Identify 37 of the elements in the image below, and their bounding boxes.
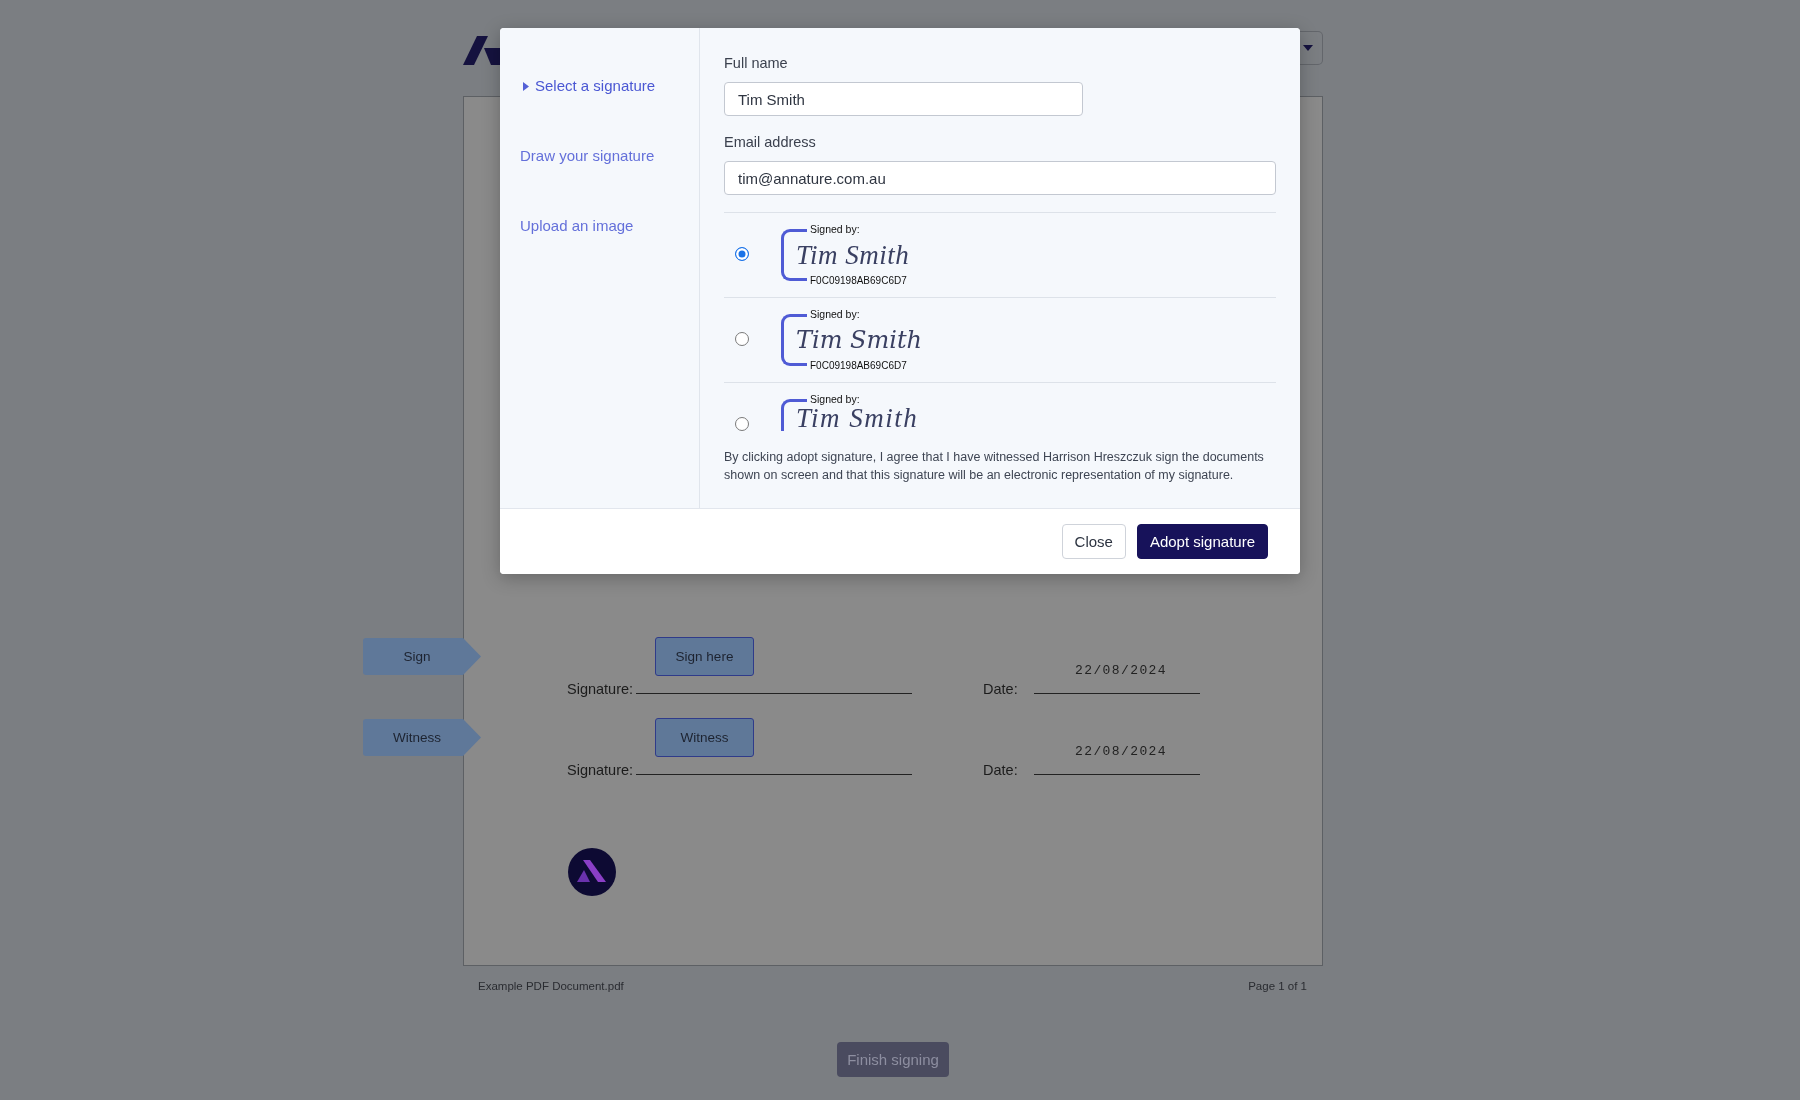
input-field[interactable]: Tim Smith xyxy=(724,82,1083,116)
signed-by-label: Signed by: xyxy=(810,393,861,405)
page-count: Page 1 of 1 xyxy=(1248,979,1307,993)
date-label: Date: xyxy=(983,680,1019,698)
field-tag[interactable]: Sign xyxy=(363,638,481,675)
signature-field[interactable]: Sign here xyxy=(655,637,754,676)
radio-button[interactable] xyxy=(735,417,749,431)
signature-text: Tim Smith xyxy=(796,239,910,272)
input-field[interactable]: tim@annature.com.au xyxy=(724,161,1276,195)
logo-icon xyxy=(568,848,616,896)
date-value: 22/08/2024 xyxy=(1075,744,1167,760)
signed-by-label: Signed by: xyxy=(810,223,861,235)
date-value: 22/08/2024 xyxy=(1075,663,1167,679)
adopt-signature-button[interactable]: Adopt signature xyxy=(1136,524,1268,559)
signature-label: Signature: xyxy=(567,680,635,698)
caret-icon xyxy=(523,81,529,91)
logo-icon xyxy=(463,35,500,65)
consent-text: By clicking adopt signature, I agree that I have witnessed Harrison Hreszczuk sign the documents shown on screen and that this signature will be an electronic representation of my signature. xyxy=(724,449,1265,484)
nav-link[interactable]: Upload an image xyxy=(520,216,634,236)
radio-button[interactable] xyxy=(735,332,749,346)
signature-hash: F0C09198AB69C6D7 xyxy=(810,275,908,287)
signed-by-label: Signed by: xyxy=(810,308,861,320)
close-button[interactable]: Close xyxy=(1061,524,1126,559)
radio-button[interactable] xyxy=(735,247,749,261)
file-name: Example PDF Document.pdf xyxy=(478,979,624,993)
signature-text: Tim Smith xyxy=(796,405,919,431)
nav-link[interactable]: Select a signature xyxy=(520,76,656,96)
signature-hash: F0C09198AB69C6D7 xyxy=(810,360,908,372)
signature-label: Signature: xyxy=(567,761,635,779)
caret-icon xyxy=(1303,45,1313,51)
field-label: Email address xyxy=(724,133,817,151)
field-tag[interactable]: Witness xyxy=(363,719,481,756)
signature-text: Tim Smith xyxy=(796,325,923,356)
signature-field[interactable]: Witness xyxy=(655,718,754,757)
date-label: Date: xyxy=(983,761,1019,779)
nav-link[interactable]: Draw your signature xyxy=(520,146,655,166)
field-label: Full name xyxy=(724,54,789,72)
